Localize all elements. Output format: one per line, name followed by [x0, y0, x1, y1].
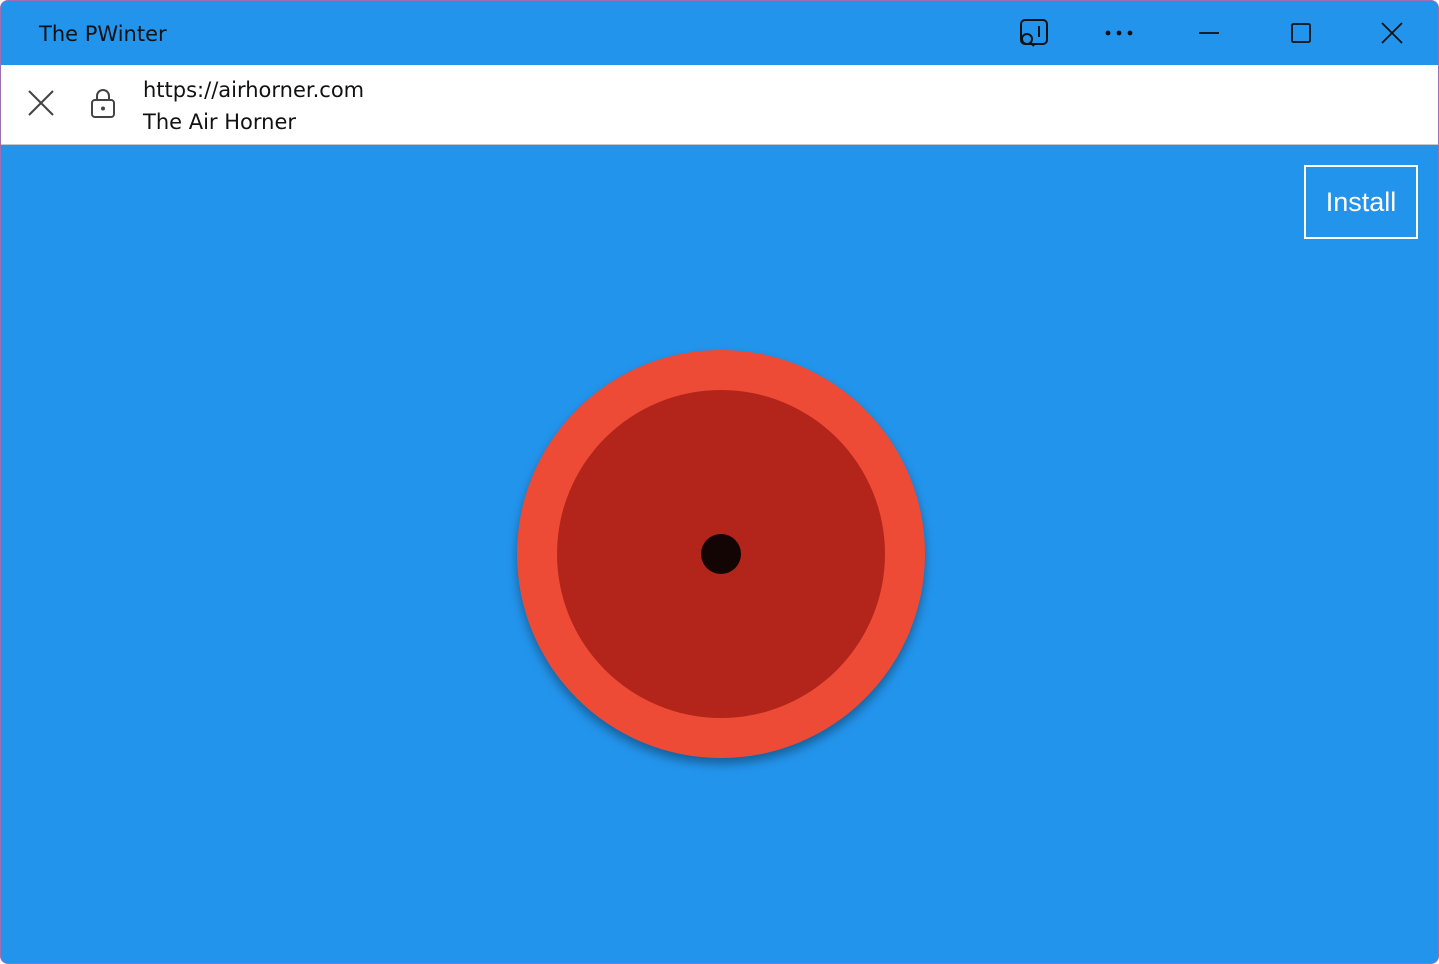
close-site-button[interactable] — [21, 85, 61, 125]
maximize-icon — [1290, 22, 1312, 44]
lock-icon — [90, 87, 116, 123]
address-bar: https://airhorner.com The Air Horner — [1, 65, 1438, 145]
site-url: https://airhorner.com — [143, 78, 365, 102]
maximize-button[interactable] — [1256, 1, 1346, 65]
more-options-button[interactable] — [1074, 1, 1164, 65]
install-button[interactable]: Install — [1304, 165, 1418, 239]
close-icon — [1380, 21, 1404, 45]
close-icon — [27, 89, 55, 121]
cast-button[interactable] — [989, 1, 1079, 65]
title-bar[interactable]: The PWinter — [1, 1, 1438, 65]
more-horizontal-icon — [1104, 29, 1134, 37]
air-horn-button[interactable] — [517, 350, 925, 758]
site-info-button[interactable] — [83, 85, 123, 125]
page-title: The Air Horner — [143, 110, 297, 134]
app-window: The PWinter https://airhorner.com The Ai… — [0, 0, 1439, 964]
air-horn-center-dot — [701, 534, 741, 574]
minimize-button[interactable] — [1164, 1, 1254, 65]
web-content: Install — [1, 145, 1438, 963]
close-window-button[interactable] — [1347, 1, 1437, 65]
cast-search-icon — [1017, 17, 1051, 49]
window-title: The PWinter — [39, 22, 167, 46]
minimize-icon — [1198, 31, 1220, 35]
air-horn-inner-ring — [557, 390, 885, 718]
